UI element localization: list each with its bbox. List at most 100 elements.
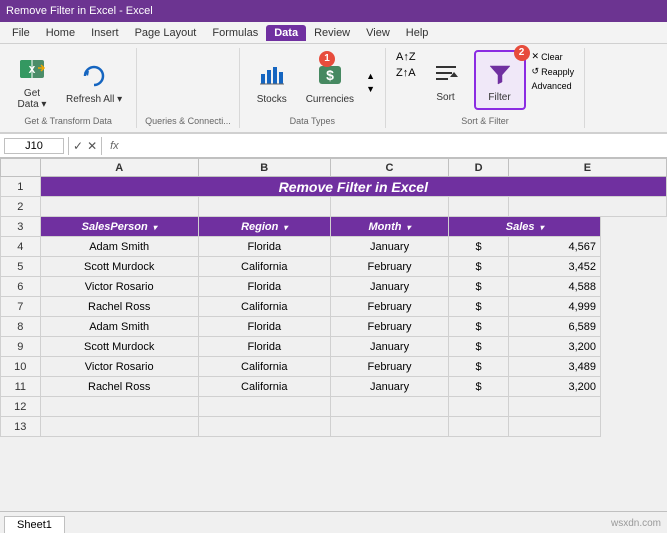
menu-file[interactable]: File <box>4 25 38 41</box>
cell-7-D[interactable]: February <box>330 297 449 317</box>
datatype-down-btn[interactable]: ▼ <box>364 83 377 95</box>
cell-7-B[interactable]: Rachel Ross <box>40 297 198 317</box>
cell-8-F[interactable]: 6,589 <box>508 317 600 337</box>
cell-6-F[interactable]: 4,588 <box>508 277 600 297</box>
menu-insert[interactable]: Insert <box>83 25 127 41</box>
cell-2-A[interactable] <box>40 197 198 217</box>
cell-9-D[interactable]: January <box>330 337 449 357</box>
clear-button[interactable]: ✕ Clear <box>530 50 577 63</box>
row-header-4: 4 <box>1 237 41 257</box>
header-sales[interactable]: Sales ▾ <box>449 217 601 237</box>
cell-9-E[interactable]: $ <box>449 337 508 357</box>
cell-8-D[interactable]: February <box>330 317 449 337</box>
cell-4-D[interactable]: January <box>330 237 449 257</box>
cell-10-E[interactable]: $ <box>449 357 508 377</box>
cell-12-E[interactable] <box>449 397 508 417</box>
refresh-icon <box>78 60 110 92</box>
formula-input[interactable] <box>127 140 663 152</box>
cell-2-C[interactable] <box>330 197 449 217</box>
cell-8-C[interactable]: Florida <box>198 317 330 337</box>
cell-4-E[interactable]: $ <box>449 237 508 257</box>
sort-icon <box>430 58 462 90</box>
cell-12-F[interactable] <box>508 397 600 417</box>
col-header-C[interactable]: C <box>330 159 449 177</box>
cell-6-B[interactable]: Victor Rosario <box>40 277 198 297</box>
sales-dropdown[interactable]: ▾ <box>540 223 544 232</box>
cell-4-B[interactable]: Adam Smith <box>40 237 198 257</box>
menu-review[interactable]: Review <box>306 25 358 41</box>
cell-6-E[interactable]: $ <box>449 277 508 297</box>
cell-13-D[interactable] <box>330 417 449 437</box>
header-month[interactable]: Month ▾ <box>330 217 449 237</box>
menu-view[interactable]: View <box>358 25 398 41</box>
cell-12-D[interactable] <box>330 397 449 417</box>
cell-6-D[interactable]: January <box>330 277 449 297</box>
get-data-icon: X <box>16 54 48 86</box>
sheet-tab-1[interactable]: Sheet1 <box>4 516 65 533</box>
cell-10-C[interactable]: California <box>198 357 330 377</box>
sort-za-button[interactable]: Z↑A <box>394 66 418 80</box>
sortfilter-label: Sort & Filter <box>461 114 509 126</box>
stocks-button[interactable]: Stocks <box>248 52 296 112</box>
cell-11-C[interactable]: California <box>198 377 330 397</box>
cell-5-F[interactable]: 3,452 <box>508 257 600 277</box>
cell-4-F[interactable]: 4,567 <box>508 237 600 257</box>
cell-13-E[interactable] <box>449 417 508 437</box>
month-dropdown[interactable]: ▾ <box>407 223 411 232</box>
checkmark-icon[interactable]: ✓ <box>73 139 83 153</box>
datatype-up-btn[interactable]: ▲ <box>364 70 377 82</box>
menu-pagelayout[interactable]: Page Layout <box>127 25 205 41</box>
cell-9-B[interactable]: Scott Murdock <box>40 337 198 357</box>
cell-12-C[interactable] <box>198 397 330 417</box>
cell-10-D[interactable]: February <box>330 357 449 377</box>
cell-reference-input[interactable] <box>4 138 64 154</box>
cell-13-F[interactable] <box>508 417 600 437</box>
col-header-E[interactable]: E <box>508 159 666 177</box>
cell-2-D[interactable] <box>449 197 508 217</box>
header-salesperson[interactable]: SalesPerson ▾ <box>40 217 198 237</box>
sort-button[interactable]: Sort <box>422 50 470 110</box>
cell-8-B[interactable]: Adam Smith <box>40 317 198 337</box>
cell-10-F[interactable]: 3,489 <box>508 357 600 377</box>
cell-2-B[interactable] <box>198 197 330 217</box>
get-data-button[interactable]: X GetData ▾ <box>8 50 56 114</box>
cell-11-D[interactable]: January <box>330 377 449 397</box>
menu-data[interactable]: Data <box>266 25 306 41</box>
cell-7-C[interactable]: California <box>198 297 330 317</box>
region-dropdown[interactable]: ▾ <box>283 223 287 232</box>
cell-11-E[interactable]: $ <box>449 377 508 397</box>
filter-button[interactable]: 2 Filter <box>474 50 526 110</box>
cell-7-F[interactable]: 4,999 <box>508 297 600 317</box>
cell-5-C[interactable]: California <box>198 257 330 277</box>
menu-help[interactable]: Help <box>398 25 437 41</box>
sort-az-button[interactable]: A↑Z <box>394 50 418 64</box>
advanced-button[interactable]: Advanced <box>530 80 577 92</box>
cell-13-C[interactable] <box>198 417 330 437</box>
cell-5-D[interactable]: February <box>330 257 449 277</box>
cell-12-B[interactable] <box>40 397 198 417</box>
row-header-2: 2 <box>1 197 41 217</box>
cancel-formula-icon[interactable]: ✕ <box>87 139 97 153</box>
cell-4-C[interactable]: Florida <box>198 237 330 257</box>
cell-7-E[interactable]: $ <box>449 297 508 317</box>
cell-5-B[interactable]: Scott Murdock <box>40 257 198 277</box>
reapply-button[interactable]: ↺ Reapply <box>530 65 577 78</box>
refresh-all-button[interactable]: Refresh All ▾ <box>60 52 128 112</box>
menu-formulas[interactable]: Formulas <box>204 25 266 41</box>
cell-13-B[interactable] <box>40 417 198 437</box>
cell-9-F[interactable]: 3,200 <box>508 337 600 357</box>
menu-home[interactable]: Home <box>38 25 83 41</box>
col-header-B[interactable]: B <box>198 159 330 177</box>
salesperson-dropdown[interactable]: ▾ <box>153 223 157 232</box>
cell-6-C[interactable]: Florida <box>198 277 330 297</box>
cell-9-C[interactable]: Florida <box>198 337 330 357</box>
cell-8-E[interactable]: $ <box>449 317 508 337</box>
col-header-D[interactable]: D <box>449 159 508 177</box>
cell-2-E[interactable] <box>508 197 666 217</box>
cell-11-F[interactable]: 3,200 <box>508 377 600 397</box>
cell-10-B[interactable]: Victor Rosario <box>40 357 198 377</box>
cell-5-E[interactable]: $ <box>449 257 508 277</box>
header-region[interactable]: Region ▾ <box>198 217 330 237</box>
cell-11-B[interactable]: Rachel Ross <box>40 377 198 397</box>
col-header-A[interactable]: A <box>40 159 198 177</box>
